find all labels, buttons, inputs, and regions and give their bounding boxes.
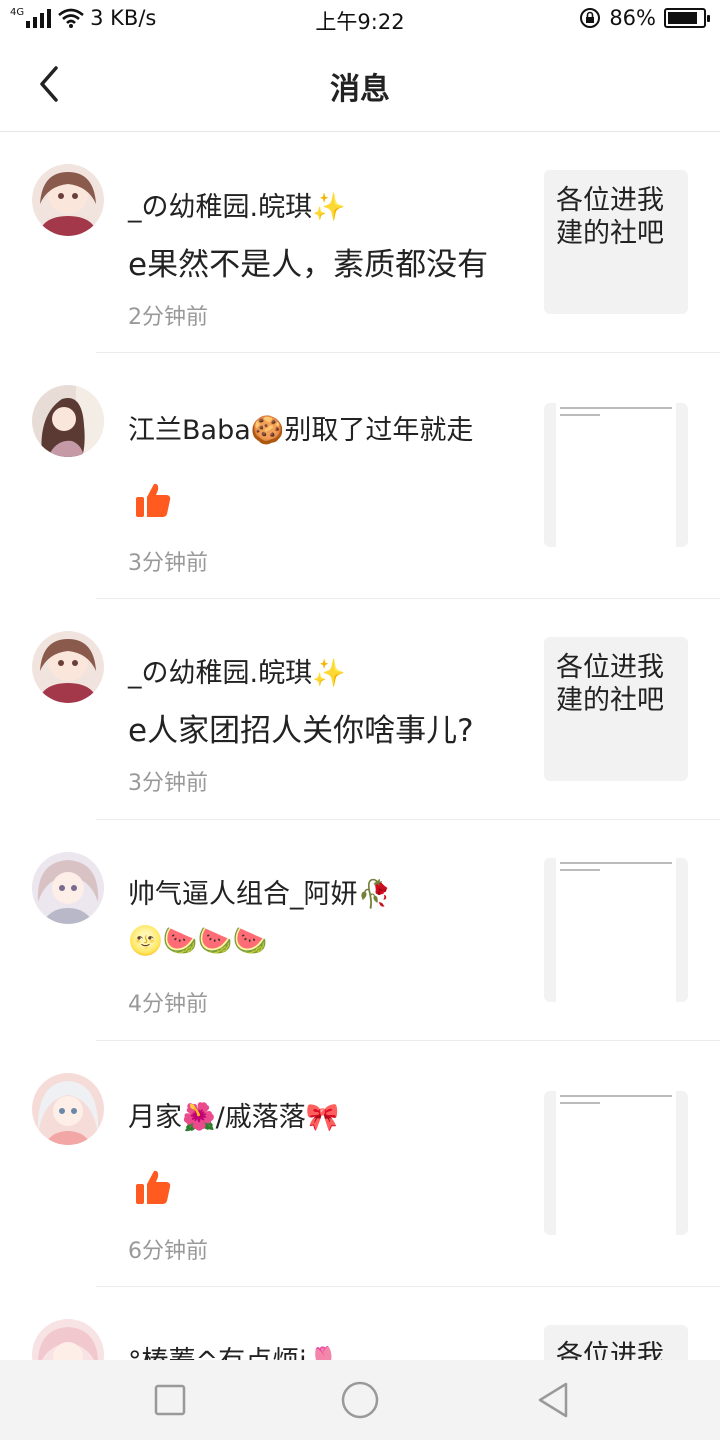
post-thumbnail[interactable] <box>544 858 688 1002</box>
message-content: e果然不是人，素质都没有 <box>128 247 489 283</box>
sender-name: _の幼稚园.皖琪✨ <box>128 192 346 223</box>
avatar[interactable] <box>32 852 104 924</box>
sender-name: 月家🌺/戚落落🎀 <box>128 1102 340 1133</box>
list-item[interactable]: _の幼稚园.皖琪✨ e人家团招人关你啥事儿? 3分钟前 各位进我建的社吧 <box>0 599 720 820</box>
post-thumbnail[interactable]: 各位进我建的社吧 <box>544 637 688 781</box>
page-title: 消息 <box>330 72 390 107</box>
like-icon <box>134 1168 172 1213</box>
battery-percent: 86% <box>609 6 656 30</box>
message-time: 3分钟前 <box>128 551 208 576</box>
list-item[interactable]: 月家🌺/戚落落🎀 6分钟前 <box>0 1041 720 1287</box>
sender-name: °榛蓁^有点烦i🌷 <box>128 1339 340 1360</box>
avatar[interactable] <box>32 385 104 457</box>
list-item[interactable]: 帅气逼人组合_阿妍🥀 🌝🍉🍉🍉 4分钟前 <box>0 820 720 1041</box>
message-content: 🌝🍉🍉🍉 <box>128 924 268 957</box>
recent-apps-square-icon[interactable] <box>150 1380 190 1420</box>
home-circle-icon[interactable] <box>340 1380 380 1420</box>
sender-name: 江兰Baba🍪别取了过年就走 <box>128 415 474 446</box>
sender-name: _の幼稚园.皖琪✨ <box>128 658 346 689</box>
post-thumbnail[interactable]: 各位进我建的社吧 <box>544 170 688 314</box>
post-thumbnail[interactable] <box>544 403 688 547</box>
post-thumbnail[interactable]: 各位进我 <box>544 1325 688 1360</box>
avatar[interactable] <box>32 1073 104 1145</box>
status-bar: 4G 3 KB/s 上午9:22 86% <box>0 0 720 38</box>
list-item[interactable]: °榛蓁^有点烦i🌷 各位进我 <box>0 1287 720 1360</box>
avatar[interactable] <box>32 631 104 703</box>
rotation-lock-icon <box>580 8 601 28</box>
sender-name: 帅气逼人组合_阿妍🥀 <box>128 879 392 910</box>
back-triangle-icon[interactable] <box>534 1380 574 1420</box>
like-icon <box>134 481 172 526</box>
header: 消息 <box>0 38 720 132</box>
avatar[interactable] <box>32 164 104 236</box>
message-time: 3分钟前 <box>128 771 208 796</box>
message-content: e人家团招人关你啥事儿? <box>128 713 474 749</box>
navigation-bar <box>0 1360 720 1440</box>
list-item[interactable]: _の幼稚园.皖琪✨ e果然不是人，素质都没有 2分钟前 各位进我建的社吧 <box>0 133 720 353</box>
message-time: 2分钟前 <box>128 305 208 330</box>
list-item[interactable]: 江兰Baba🍪别取了过年就走 3分钟前 <box>0 353 720 599</box>
battery-icon <box>664 8 710 28</box>
message-time: 6分钟前 <box>128 1239 208 1264</box>
message-list[interactable]: _の幼稚园.皖琪✨ e果然不是人，素质都没有 2分钟前 各位进我建的社吧 江兰B… <box>0 133 720 1360</box>
avatar[interactable] <box>32 1319 104 1360</box>
message-time: 4分钟前 <box>128 992 208 1017</box>
post-thumbnail[interactable] <box>544 1091 688 1235</box>
